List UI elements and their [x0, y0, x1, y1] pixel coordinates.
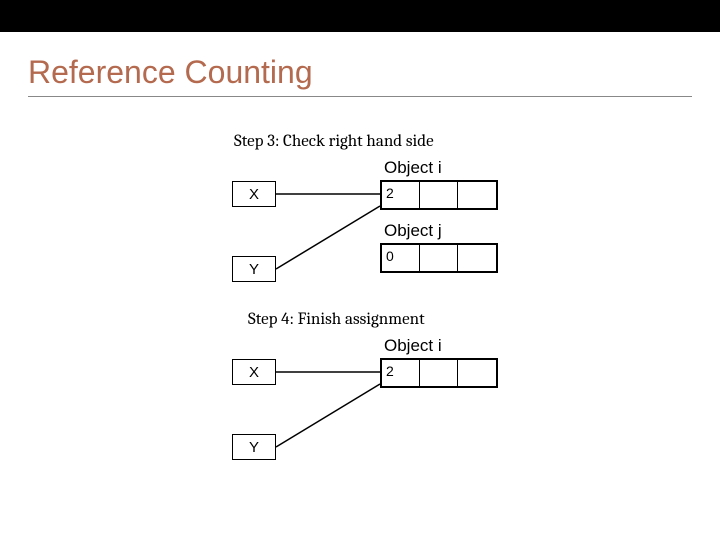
- step4-var-x: X: [232, 359, 276, 385]
- step3-object-i-label: Object i: [384, 158, 442, 178]
- step3-object-j-label: Object j: [384, 221, 442, 241]
- step3-object-i-box: 2: [380, 180, 498, 210]
- step3-var-x: X: [232, 181, 276, 207]
- step3-object-j-refcell: 0: [382, 245, 420, 271]
- title-rule: [28, 96, 692, 97]
- step4-label: Step 4: Finish assignment: [248, 310, 425, 329]
- step3-label: Step 3: Check right hand side: [234, 132, 434, 151]
- step4-object-i-refcell: 2: [382, 360, 420, 386]
- step4-var-y: Y: [232, 434, 276, 460]
- step4-object-i-box: 2: [380, 358, 498, 388]
- slide: Reference Counting Step 3: Check right h…: [0, 0, 720, 540]
- step3-object-i-refcell: 2: [382, 182, 420, 208]
- step3-var-y: Y: [232, 256, 276, 282]
- step4-object-i-label: Object i: [384, 336, 442, 356]
- step3-object-j-refcount: 0: [386, 248, 394, 264]
- slide-topbar: [0, 0, 720, 32]
- slide-title: Reference Counting: [28, 54, 313, 91]
- step4-object-i-cell2: [420, 360, 458, 386]
- step3-object-j-box: 0: [380, 243, 498, 273]
- step4-object-i-refcount: 2: [386, 363, 394, 379]
- step3-object-i-cell2: [420, 182, 458, 208]
- step3-object-j-cell2: [420, 245, 458, 271]
- step3-object-i-refcount: 2: [386, 185, 394, 201]
